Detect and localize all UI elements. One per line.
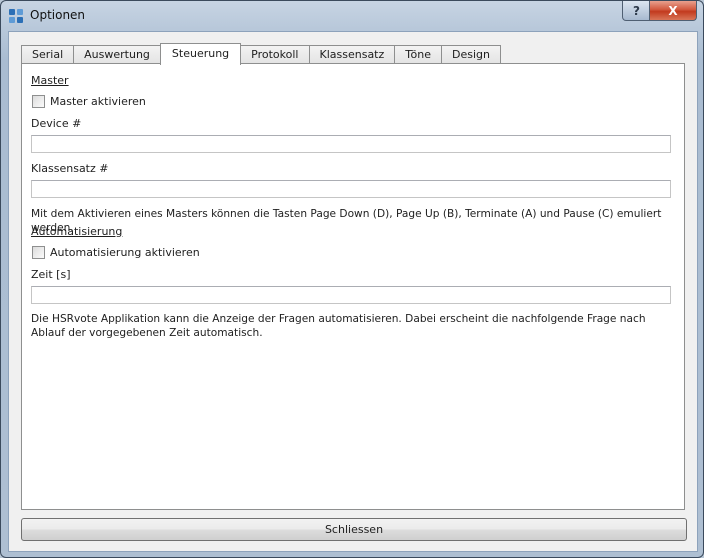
- tab-klassensatz[interactable]: Klassensatz: [308, 45, 396, 64]
- master-checkbox-row[interactable]: Master aktivieren: [32, 95, 146, 108]
- schliessen-button[interactable]: Schliessen: [21, 518, 687, 541]
- time-input[interactable]: [31, 286, 671, 304]
- tab-toene[interactable]: Töne: [394, 45, 443, 64]
- master-checkbox-label: Master aktivieren: [50, 95, 146, 108]
- steuerung-panel: Master Master aktivieren Device # Klasse…: [21, 63, 685, 510]
- tab-design[interactable]: Design: [441, 45, 502, 64]
- help-icon: ?: [633, 3, 640, 18]
- options-dialog: Optionen ? X Serial Auswertung Steuerung…: [0, 0, 704, 558]
- help-button[interactable]: ?: [622, 1, 651, 21]
- master-description: Mit dem Aktivieren eines Masters können …: [31, 208, 662, 234]
- title-bar[interactable]: Optionen ? X: [1, 1, 703, 31]
- tab-bar: Serial Auswertung Steuerung Protokoll Kl…: [21, 43, 502, 65]
- tab-protokoll[interactable]: Protokoll: [240, 45, 310, 64]
- tab-auswertung[interactable]: Auswertung: [73, 45, 161, 64]
- automation-checkbox[interactable]: [32, 246, 45, 259]
- device-input[interactable]: [31, 135, 671, 153]
- master-section-title: Master: [31, 74, 69, 87]
- app-icon: [9, 9, 23, 23]
- klassensatz-label: Klassensatz #: [31, 162, 109, 175]
- dialog-body: Serial Auswertung Steuerung Protokoll Kl…: [8, 31, 698, 552]
- window-title: Optionen: [30, 8, 86, 22]
- device-label: Device #: [31, 117, 82, 130]
- klassensatz-input[interactable]: [31, 180, 671, 198]
- automation-section-title: Automatisierung: [31, 225, 123, 238]
- automation-description: Die HSRvote Applikation kann die Anzeige…: [31, 313, 646, 339]
- time-label: Zeit [s]: [31, 268, 71, 281]
- automation-checkbox-label: Automatisierung aktivieren: [50, 246, 200, 259]
- master-checkbox[interactable]: [32, 95, 45, 108]
- close-window-button[interactable]: X: [649, 1, 697, 21]
- automation-checkbox-row[interactable]: Automatisierung aktivieren: [32, 246, 200, 259]
- tab-serial[interactable]: Serial: [21, 45, 75, 64]
- close-icon: X: [668, 3, 678, 18]
- schliessen-label: Schliessen: [324, 523, 384, 536]
- tab-steuerung[interactable]: Steuerung: [159, 43, 242, 65]
